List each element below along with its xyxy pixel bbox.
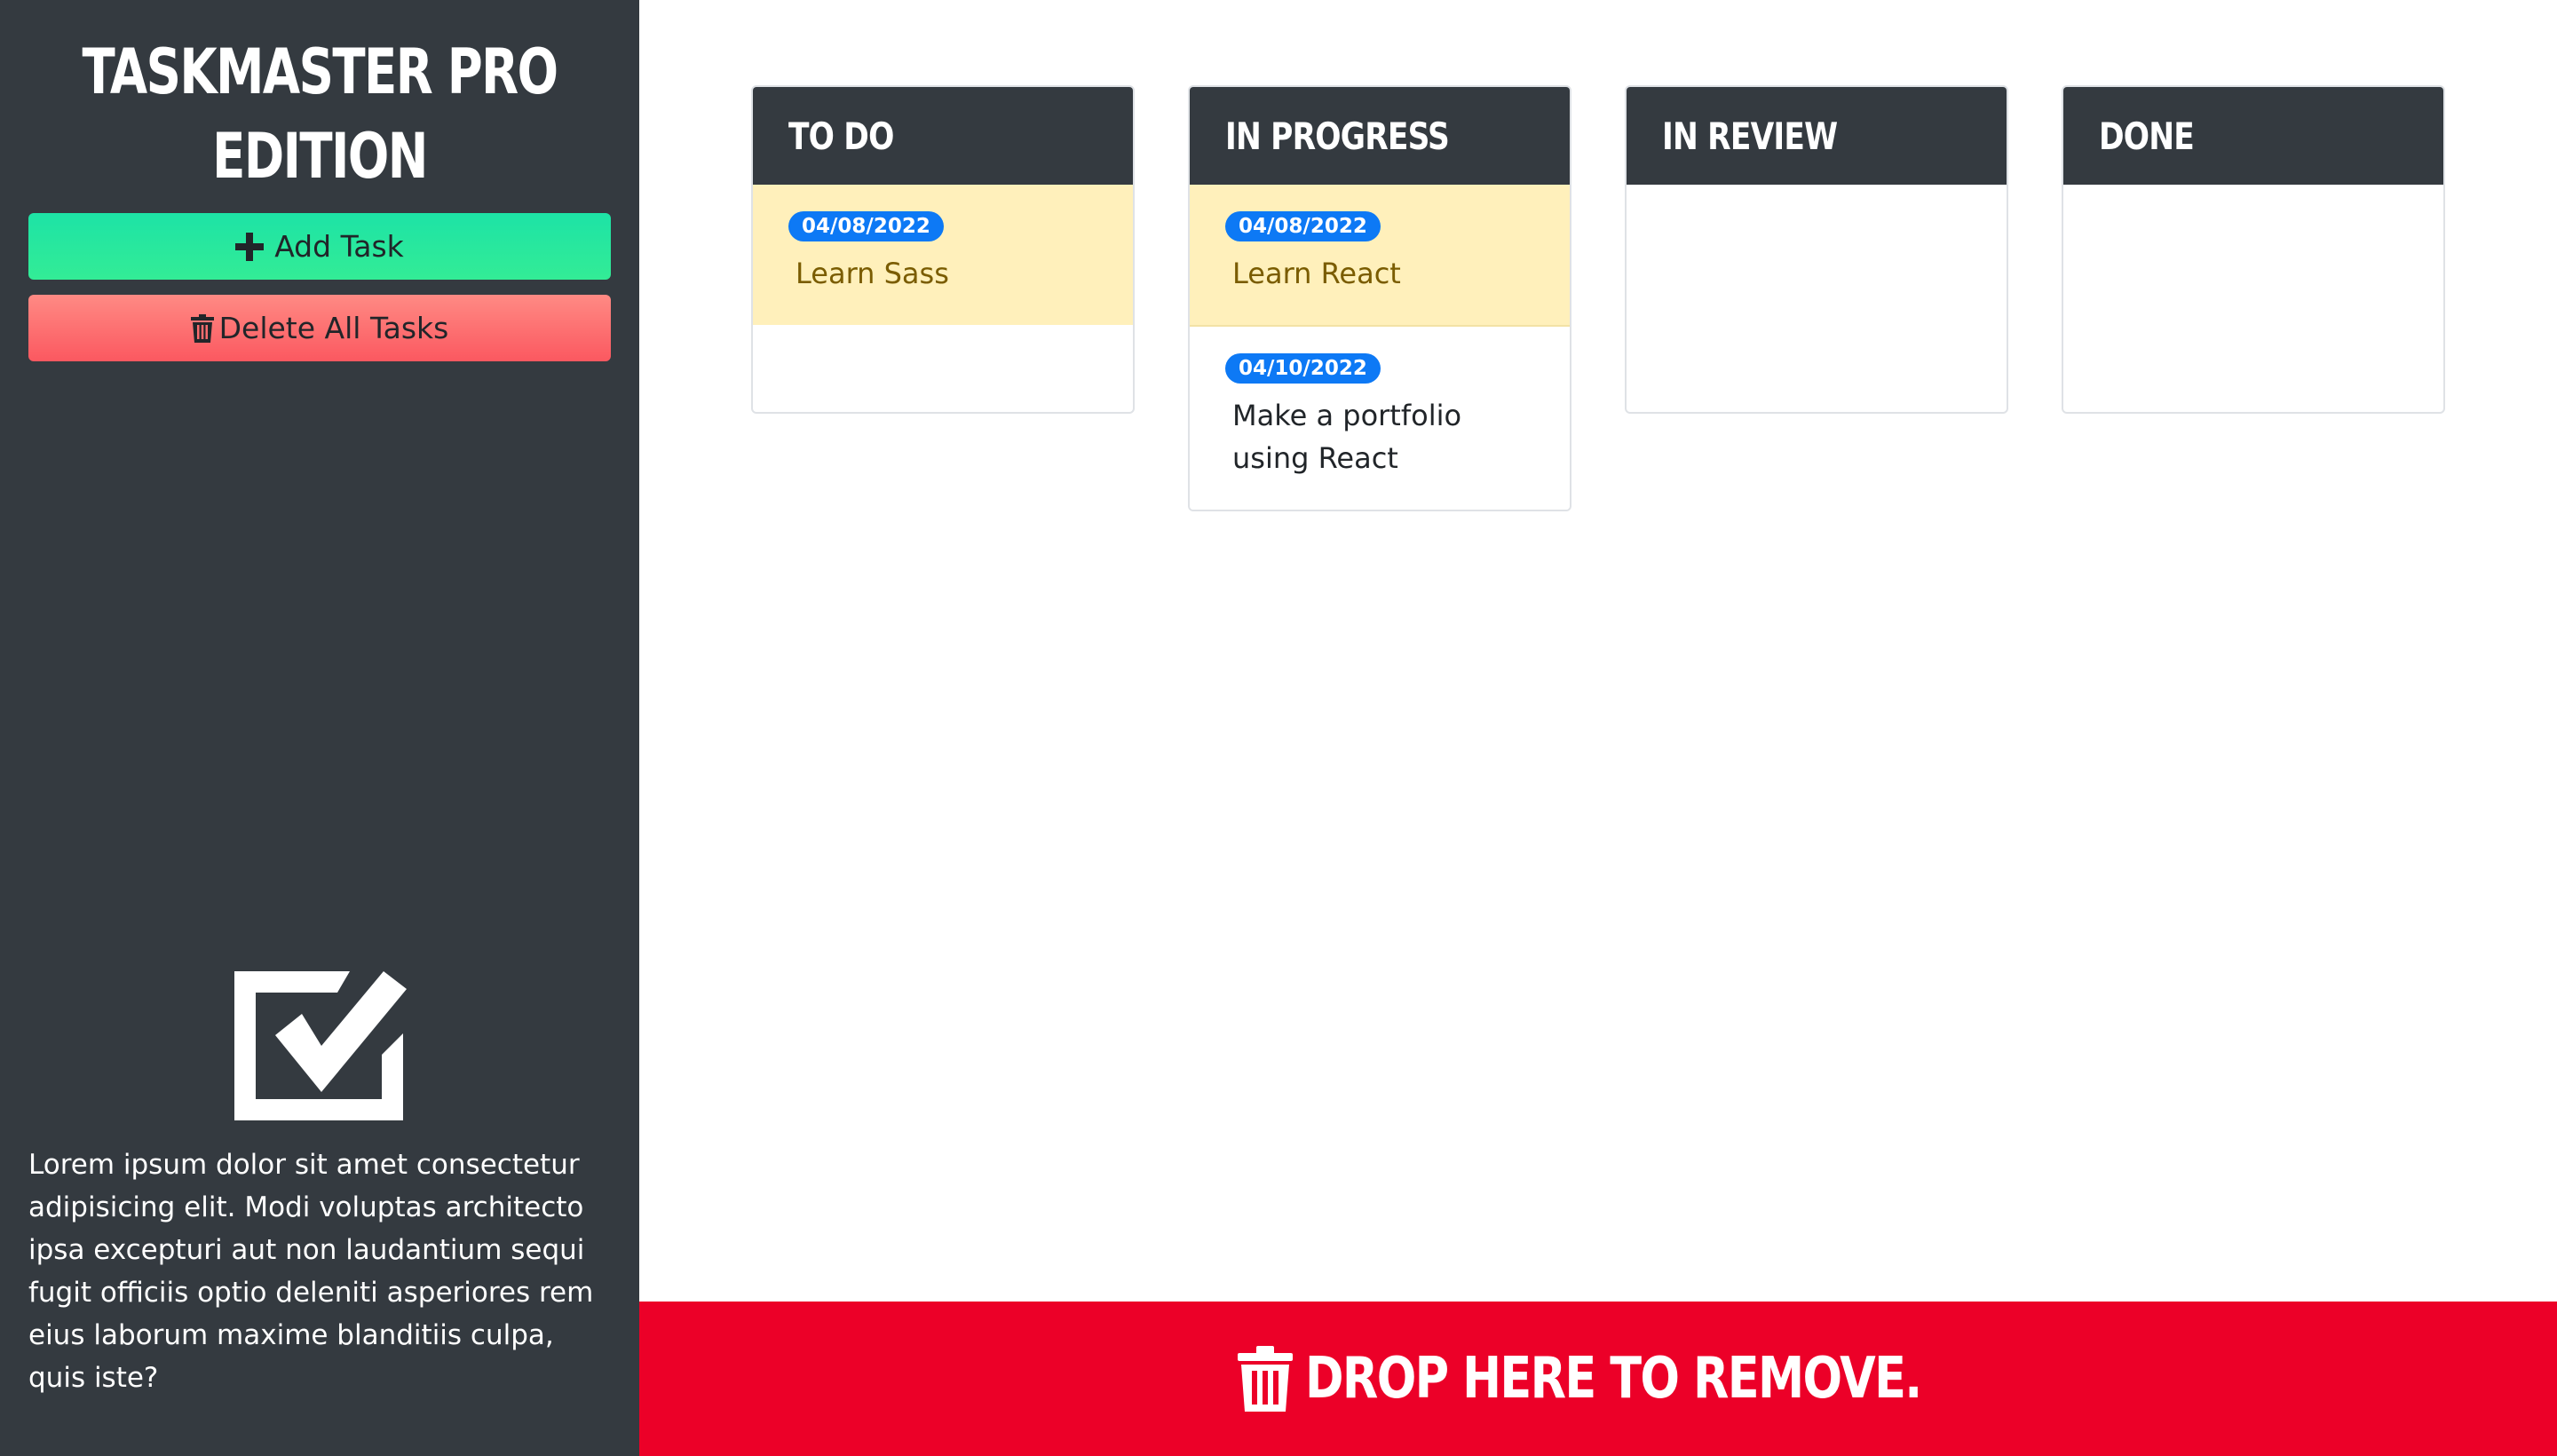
trash-icon xyxy=(1238,1346,1294,1412)
dropzone-label: DROP HERE TO REMOVE. xyxy=(1305,1346,1922,1412)
column-done[interactable]: DONE xyxy=(2062,85,2445,414)
column-title: TO DO xyxy=(788,114,894,158)
column-body[interactable] xyxy=(2063,185,2443,412)
column-title: IN REVIEW xyxy=(1662,114,1838,158)
trash-icon xyxy=(190,313,214,343)
column-title: DONE xyxy=(2099,114,2195,158)
add-task-button[interactable]: Add Task xyxy=(28,213,611,280)
task-date-badge: 04/10/2022 xyxy=(1225,353,1381,384)
column-body[interactable]: 04/08/2022 Learn Sass xyxy=(753,185,1133,412)
column-body[interactable] xyxy=(1627,185,2007,412)
column-header: TO DO xyxy=(753,87,1133,185)
task-text: Learn Sass xyxy=(796,257,949,290)
column-in-review[interactable]: IN REVIEW xyxy=(1625,85,2008,414)
column-header: IN REVIEW xyxy=(1627,87,2007,185)
kanban-board: TO DO 04/08/2022 Learn Sass IN PROGRESS … xyxy=(639,0,2557,1302)
column-to-do[interactable]: TO DO 04/08/2022 Learn Sass xyxy=(751,85,1135,414)
app-title: TASKMASTER PRO EDITION xyxy=(82,36,558,193)
sidebar-description: Lorem ipsum dolor sit amet consectetur a… xyxy=(28,1149,594,1394)
task-card[interactable]: 04/08/2022 Learn Sass xyxy=(753,185,1133,325)
remove-dropzone[interactable]: DROP HERE TO REMOVE. xyxy=(639,1302,2557,1456)
add-task-label: Add Task xyxy=(274,229,404,264)
task-date-badge: 04/08/2022 xyxy=(788,211,944,241)
column-title: IN PROGRESS xyxy=(1225,114,1450,158)
task-card[interactable]: 04/10/2022 Make a portfolio using React xyxy=(1190,327,1570,510)
column-header: DONE xyxy=(2063,87,2443,185)
delete-all-tasks-label: Delete All Tasks xyxy=(218,311,449,345)
task-date-badge: 04/08/2022 xyxy=(1225,211,1381,241)
sidebar: TASKMASTER PRO EDITION Add Task Delete A… xyxy=(0,0,639,1456)
column-body[interactable]: 04/08/2022 Learn React 04/10/2022 Make a… xyxy=(1190,185,1570,510)
checkbox-checked-icon xyxy=(233,969,408,1122)
column-header: IN PROGRESS xyxy=(1190,87,1570,185)
plus-icon xyxy=(235,232,265,261)
task-card[interactable]: 04/08/2022 Learn React xyxy=(1190,185,1570,327)
task-text: Make a portfolio using React xyxy=(1232,399,1462,475)
task-text: Learn React xyxy=(1232,257,1401,290)
column-in-progress[interactable]: IN PROGRESS 04/08/2022 Learn React 04/10… xyxy=(1188,85,1571,511)
delete-all-tasks-button[interactable]: Delete All Tasks xyxy=(28,295,611,361)
